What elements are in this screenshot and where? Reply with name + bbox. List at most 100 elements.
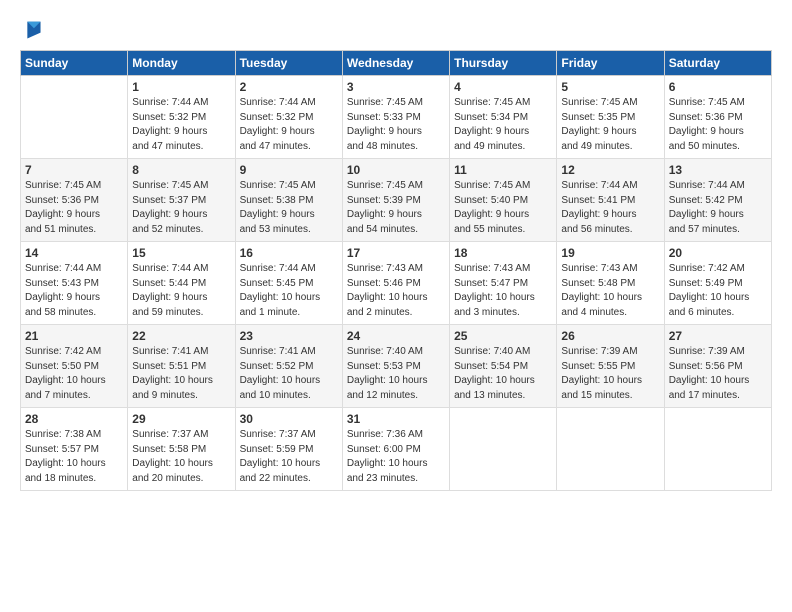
day-info: Sunrise: 7:44 AM Sunset: 5:45 PM Dayligh… — [240, 262, 338, 320]
day-info: Sunrise: 7:45 AM Sunset: 5:34 PM Dayligh… — [454, 96, 552, 154]
day-number: 1 — [132, 80, 230, 94]
day-number: 21 — [25, 329, 123, 343]
day-number: 23 — [240, 329, 338, 343]
header-row: SundayMondayTuesdayWednesdayThursdayFrid… — [21, 51, 772, 76]
day-number: 22 — [132, 329, 230, 343]
day-number: 9 — [240, 163, 338, 177]
day-number: 29 — [132, 412, 230, 426]
day-number: 25 — [454, 329, 552, 343]
day-number: 30 — [240, 412, 338, 426]
day-number: 17 — [347, 246, 445, 260]
day-number: 27 — [669, 329, 767, 343]
day-number: 19 — [561, 246, 659, 260]
day-info: Sunrise: 7:45 AM Sunset: 5:39 PM Dayligh… — [347, 179, 445, 237]
day-number: 6 — [669, 80, 767, 94]
header-cell-monday: Monday — [128, 51, 235, 76]
day-info: Sunrise: 7:39 AM Sunset: 5:56 PM Dayligh… — [669, 345, 767, 403]
day-cell: 17 Sunrise: 7:43 AM Sunset: 5:46 PM Dayli… — [342, 242, 449, 325]
day-cell: 16Sunrise: 7:44 AM Sunset: 5:45 PM Dayli… — [235, 242, 342, 325]
header-cell-thursday: Thursday — [450, 51, 557, 76]
day-number: 8 — [132, 163, 230, 177]
day-info: Sunrise: 7:41 AM Sunset: 5:51 PM Dayligh… — [132, 345, 230, 403]
header-cell-sunday: Sunday — [21, 51, 128, 76]
day-number: 3 — [347, 80, 445, 94]
day-info: Sunrise: 7:40 AM Sunset: 5:54 PM Dayligh… — [454, 345, 552, 403]
day-info: Sunrise: 7:37 AM Sunset: 5:59 PM Dayligh… — [240, 428, 338, 486]
day-number: 24 — [347, 329, 445, 343]
day-info: Sunrise: 7:44 AM Sunset: 5:42 PM Dayligh… — [669, 179, 767, 237]
day-number: 20 — [669, 246, 767, 260]
day-cell: 14 Sunrise: 7:44 AM Sunset: 5:43 PM Dayli… — [21, 242, 128, 325]
calendar-table: SundayMondayTuesdayWednesdayThursdayFrid… — [20, 50, 772, 491]
page: SundayMondayTuesdayWednesdayThursdayFrid… — [0, 0, 792, 501]
day-info: Sunrise: 7:45 AM Sunset: 5:35 PM Dayligh… — [561, 96, 659, 154]
day-info: Sunrise: 7:43 AM Sunset: 5:46 PM Dayligh… — [347, 262, 445, 320]
day-cell: 21 Sunrise: 7:42 AM Sunset: 5:50 PM Dayli… — [21, 325, 128, 408]
day-info: Sunrise: 7:44 AM Sunset: 5:43 PM Dayligh… — [25, 262, 123, 320]
day-number: 18 — [454, 246, 552, 260]
day-cell: 26 Sunrise: 7:39 AM Sunset: 5:55 PM Dayli… — [557, 325, 664, 408]
day-info: Sunrise: 7:40 AM Sunset: 5:53 PM Dayligh… — [347, 345, 445, 403]
week-row-4: 21 Sunrise: 7:42 AM Sunset: 5:50 PM Dayli… — [21, 325, 772, 408]
day-number: 31 — [347, 412, 445, 426]
day-cell: 8Sunrise: 7:45 AM Sunset: 5:37 PM Daylig… — [128, 159, 235, 242]
day-info: Sunrise: 7:44 AM Sunset: 5:32 PM Dayligh… — [132, 96, 230, 154]
day-cell: 6 Sunrise: 7:45 AM Sunset: 5:36 PM Daylig… — [664, 76, 771, 159]
day-cell: 30 Sunrise: 7:37 AM Sunset: 5:59 PM Dayli… — [235, 408, 342, 491]
day-number: 5 — [561, 80, 659, 94]
day-info: Sunrise: 7:44 AM Sunset: 5:44 PM Dayligh… — [132, 262, 230, 320]
week-row-5: 28 Sunrise: 7:38 AM Sunset: 5:57 PM Dayli… — [21, 408, 772, 491]
day-cell — [557, 408, 664, 491]
day-info: Sunrise: 7:45 AM Sunset: 5:36 PM Dayligh… — [669, 96, 767, 154]
header — [20, 18, 772, 40]
day-cell: 22 Sunrise: 7:41 AM Sunset: 5:51 PM Dayli… — [128, 325, 235, 408]
day-cell: 12 Sunrise: 7:44 AM Sunset: 5:41 PM Dayli… — [557, 159, 664, 242]
day-info: Sunrise: 7:38 AM Sunset: 5:57 PM Dayligh… — [25, 428, 123, 486]
day-info: Sunrise: 7:43 AM Sunset: 5:47 PM Dayligh… — [454, 262, 552, 320]
day-number: 14 — [25, 246, 123, 260]
day-info: Sunrise: 7:42 AM Sunset: 5:50 PM Dayligh… — [25, 345, 123, 403]
day-number: 28 — [25, 412, 123, 426]
day-cell: 20 Sunrise: 7:42 AM Sunset: 5:49 PM Dayli… — [664, 242, 771, 325]
day-info: Sunrise: 7:39 AM Sunset: 5:55 PM Dayligh… — [561, 345, 659, 403]
day-number: 15 — [132, 246, 230, 260]
day-cell: 5 Sunrise: 7:45 AM Sunset: 5:35 PM Daylig… — [557, 76, 664, 159]
header-cell-wednesday: Wednesday — [342, 51, 449, 76]
day-cell: 23 Sunrise: 7:41 AM Sunset: 5:52 PM Dayli… — [235, 325, 342, 408]
day-number: 12 — [561, 163, 659, 177]
day-info: Sunrise: 7:42 AM Sunset: 5:49 PM Dayligh… — [669, 262, 767, 320]
logo — [20, 18, 46, 40]
day-cell — [21, 76, 128, 159]
day-info: Sunrise: 7:43 AM Sunset: 5:48 PM Dayligh… — [561, 262, 659, 320]
day-cell: 19 Sunrise: 7:43 AM Sunset: 5:48 PM Dayli… — [557, 242, 664, 325]
day-cell: 18 Sunrise: 7:43 AM Sunset: 5:47 PM Dayli… — [450, 242, 557, 325]
calendar-header: SundayMondayTuesdayWednesdayThursdayFrid… — [21, 51, 772, 76]
logo-icon — [20, 18, 42, 40]
day-cell: 10Sunrise: 7:45 AM Sunset: 5:39 PM Dayli… — [342, 159, 449, 242]
day-number: 11 — [454, 163, 552, 177]
day-cell: 7Sunrise: 7:45 AM Sunset: 5:36 PM Daylig… — [21, 159, 128, 242]
day-cell: 2 Sunrise: 7:44 AM Sunset: 5:32 PM Daylig… — [235, 76, 342, 159]
day-cell: 24 Sunrise: 7:40 AM Sunset: 5:53 PM Dayli… — [342, 325, 449, 408]
day-info: Sunrise: 7:45 AM Sunset: 5:36 PM Dayligh… — [25, 179, 123, 237]
day-info: Sunrise: 7:45 AM Sunset: 5:33 PM Dayligh… — [347, 96, 445, 154]
day-info: Sunrise: 7:37 AM Sunset: 5:58 PM Dayligh… — [132, 428, 230, 486]
header-cell-friday: Friday — [557, 51, 664, 76]
day-info: Sunrise: 7:44 AM Sunset: 5:32 PM Dayligh… — [240, 96, 338, 154]
week-row-1: 1 Sunrise: 7:44 AM Sunset: 5:32 PM Daylig… — [21, 76, 772, 159]
day-cell: 4 Sunrise: 7:45 AM Sunset: 5:34 PM Daylig… — [450, 76, 557, 159]
day-info: Sunrise: 7:45 AM Sunset: 5:40 PM Dayligh… — [454, 179, 552, 237]
day-cell: 9 Sunrise: 7:45 AM Sunset: 5:38 PM Daylig… — [235, 159, 342, 242]
day-cell: 3 Sunrise: 7:45 AM Sunset: 5:33 PM Daylig… — [342, 76, 449, 159]
day-cell: 29 Sunrise: 7:37 AM Sunset: 5:58 PM Dayli… — [128, 408, 235, 491]
day-number: 4 — [454, 80, 552, 94]
day-info: Sunrise: 7:45 AM Sunset: 5:38 PM Dayligh… — [240, 179, 338, 237]
week-row-3: 14 Sunrise: 7:44 AM Sunset: 5:43 PM Dayli… — [21, 242, 772, 325]
day-number: 2 — [240, 80, 338, 94]
day-info: Sunrise: 7:41 AM Sunset: 5:52 PM Dayligh… — [240, 345, 338, 403]
week-row-2: 7Sunrise: 7:45 AM Sunset: 5:36 PM Daylig… — [21, 159, 772, 242]
calendar-body: 1 Sunrise: 7:44 AM Sunset: 5:32 PM Daylig… — [21, 76, 772, 491]
day-info: Sunrise: 7:36 AM Sunset: 6:00 PM Dayligh… — [347, 428, 445, 486]
day-info: Sunrise: 7:44 AM Sunset: 5:41 PM Dayligh… — [561, 179, 659, 237]
day-number: 26 — [561, 329, 659, 343]
